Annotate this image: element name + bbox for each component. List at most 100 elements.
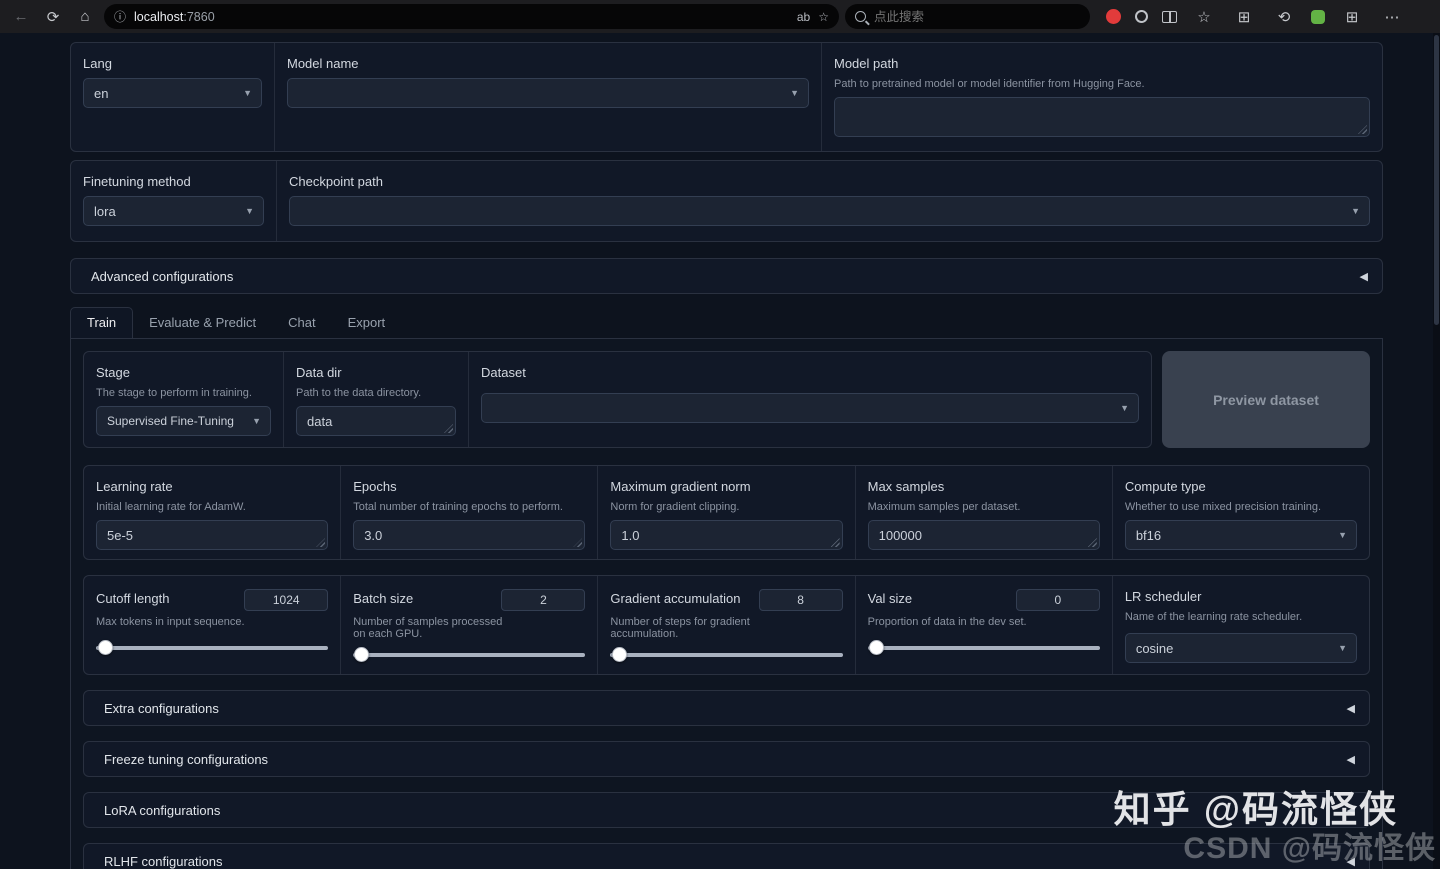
slider-track[interactable] — [353, 653, 586, 657]
val-size-info: Proportion of data in the dev set. — [867, 616, 1027, 628]
preview-dataset-button[interactable]: Preview dataset — [1162, 351, 1370, 448]
max-samples-input[interactable]: 100000 — [867, 520, 1100, 550]
workspaces-icon[interactable]: ⊞ — [1339, 4, 1365, 30]
collections-icon[interactable]: ⊞ — [1231, 4, 1257, 30]
adblock-extension-icon[interactable] — [1106, 9, 1121, 24]
tab-bar: Train Evaluate & Predict Chat Export — [70, 307, 1383, 339]
url-host: localhost:7860 — [134, 10, 215, 24]
slider-handle[interactable] — [98, 640, 114, 655]
search-input[interactable] — [874, 9, 1044, 24]
val-size-number-input[interactable]: 0 — [1015, 589, 1100, 611]
chevron-down-icon: ▼ — [790, 88, 799, 98]
cutoff-length-block: Cutoff length 1024 Max tokens in input s… — [84, 576, 340, 674]
gradient-accumulation-info: Number of steps for gradient accumulatio… — [610, 616, 750, 640]
model-name-block: Model name ▼ — [274, 43, 821, 151]
split-screen-icon[interactable] — [1162, 10, 1177, 23]
model-path-block: Model path Path to pretrained model or m… — [821, 43, 1382, 151]
batch-size-block: Batch size 2 Number of samples processed… — [340, 576, 597, 674]
gradient-accumulation-number-input[interactable]: 8 — [758, 589, 843, 611]
back-icon[interactable]: ← — [8, 4, 34, 30]
lang-dropdown[interactable]: en ▼ — [83, 78, 262, 108]
lang-value: en — [94, 85, 109, 101]
stage-label: Stage — [96, 365, 130, 380]
browser-toolbar: ← ⟳ ⌂ ⓘ localhost:7860 ab ☆ ☆ ⊞ ⟲ ⊞ ⋯ — [0, 0, 1440, 33]
sliders-group: Cutoff length 1024 Max tokens in input s… — [83, 575, 1370, 675]
extra-configurations-accordion[interactable]: Extra configurations ◀ — [83, 690, 1370, 726]
tab-train[interactable]: Train — [70, 307, 134, 339]
epochs-label: Epochs — [353, 479, 397, 494]
more-menu-icon[interactable]: ⋯ — [1379, 4, 1405, 30]
text-size-icon[interactable]: ab — [797, 10, 810, 24]
dataset-dropdown[interactable]: ▼ — [481, 393, 1139, 423]
epochs-block: Epochs Total number of training epochs t… — [340, 466, 597, 559]
advanced-configurations-label: Advanced configurations — [91, 268, 234, 284]
learning-rate-block: Learning rate Initial learning rate for … — [84, 466, 340, 559]
refresh-icon[interactable]: ⟳ — [40, 4, 66, 30]
max-grad-norm-block: Maximum gradient norm Norm for gradient … — [597, 466, 854, 559]
favorites-icon[interactable]: ☆ — [1191, 4, 1217, 30]
data-dir-input[interactable]: data — [296, 406, 456, 436]
val-size-block: Val size 0 Proportion of data in the dev… — [854, 576, 1112, 674]
cutoff-length-number-input[interactable]: 1024 — [244, 589, 329, 611]
val-size-slider[interactable] — [867, 640, 1100, 656]
batch-size-slider[interactable] — [353, 647, 586, 663]
csdn-watermark: CSDN @码流怪侠 — [1183, 832, 1436, 865]
slider-track[interactable] — [610, 653, 843, 657]
compute-type-info: Whether to use mixed precision training. — [1124, 501, 1322, 513]
rlhf-configurations-accordion[interactable]: RLHF configurations ◀ — [83, 843, 1370, 869]
extension-icon[interactable] — [1135, 10, 1148, 23]
freeze-tuning-configurations-accordion[interactable]: Freeze tuning configurations ◀ — [83, 741, 1370, 777]
finetuning-method-block: Finetuning method lora ▼ — [71, 161, 276, 241]
lr-scheduler-dropdown[interactable]: cosine ▼ — [1124, 633, 1358, 663]
chevron-down-icon: ▼ — [245, 206, 254, 216]
page-scrollbar[interactable] — [1433, 33, 1440, 869]
cutoff-length-slider[interactable] — [96, 640, 329, 656]
cutoff-length-label: Cutoff length — [96, 591, 170, 606]
chevron-down-icon: ▼ — [252, 416, 261, 426]
finetuning-method-value: lora — [94, 203, 116, 219]
gradient-accumulation-block: Gradient accumulation 8 Number of steps … — [597, 576, 854, 674]
model-name-label: Model name — [287, 56, 359, 71]
slider-track[interactable] — [96, 646, 329, 650]
favorite-star-icon[interactable]: ☆ — [818, 10, 829, 24]
model-path-label: Model path — [834, 56, 899, 71]
address-bar[interactable]: ⓘ localhost:7860 ab ☆ — [104, 4, 839, 29]
data-dir-info: Path to the data directory. — [296, 387, 422, 399]
slider-handle[interactable] — [354, 647, 370, 662]
slider-handle[interactable] — [868, 640, 884, 655]
epochs-input[interactable]: 3.0 — [353, 520, 586, 550]
site-info-icon[interactable]: ⓘ — [114, 8, 126, 25]
compute-type-dropdown[interactable]: bf16 ▼ — [1124, 520, 1358, 550]
max-samples-info: Maximum samples per dataset. — [867, 501, 1021, 513]
lang-label: Lang — [83, 56, 112, 71]
slider-track[interactable] — [867, 646, 1100, 650]
model-path-input[interactable] — [834, 97, 1370, 137]
scrollbar-thumb[interactable] — [1434, 35, 1439, 325]
home-icon[interactable]: ⌂ — [72, 4, 98, 30]
gradient-accumulation-slider[interactable] — [610, 647, 843, 663]
model-name-dropdown[interactable]: ▼ — [287, 78, 809, 108]
tab-evaluate-predict[interactable]: Evaluate & Predict — [133, 308, 272, 338]
batch-size-number-input[interactable]: 2 — [501, 589, 586, 611]
learning-rate-input[interactable]: 5e-5 — [96, 520, 329, 550]
history-icon[interactable]: ⟲ — [1271, 4, 1297, 30]
finetuning-method-dropdown[interactable]: lora ▼ — [83, 196, 264, 226]
green-extension-icon[interactable] — [1311, 9, 1325, 24]
search-box[interactable] — [845, 4, 1090, 29]
compute-type-label: Compute type — [1124, 479, 1206, 494]
checkpoint-path-dropdown[interactable]: ▼ — [289, 196, 1370, 226]
finetuning-group: Finetuning method lora ▼ Checkpoint path… — [70, 160, 1383, 242]
advanced-configurations-accordion[interactable]: Advanced configurations ◀ — [70, 258, 1383, 294]
max-samples-block: Max samples Maximum samples per dataset.… — [854, 466, 1112, 559]
max-samples-label: Max samples — [867, 479, 945, 494]
stage-dropdown[interactable]: Supervised Fine-Tuning ▼ — [96, 406, 271, 436]
dataset-block: Dataset ▼ — [468, 352, 1151, 447]
tab-export[interactable]: Export — [332, 308, 402, 338]
lr-scheduler-value: cosine — [1135, 640, 1174, 656]
tab-chat[interactable]: Chat — [272, 308, 331, 338]
slider-handle[interactable] — [611, 647, 627, 662]
freeze-tuning-configurations-label: Freeze tuning configurations — [104, 751, 269, 767]
max-grad-norm-input[interactable]: 1.0 — [610, 520, 843, 550]
stage-value: Supervised Fine-Tuning — [107, 414, 234, 428]
learning-rate-label: Learning rate — [96, 479, 173, 494]
